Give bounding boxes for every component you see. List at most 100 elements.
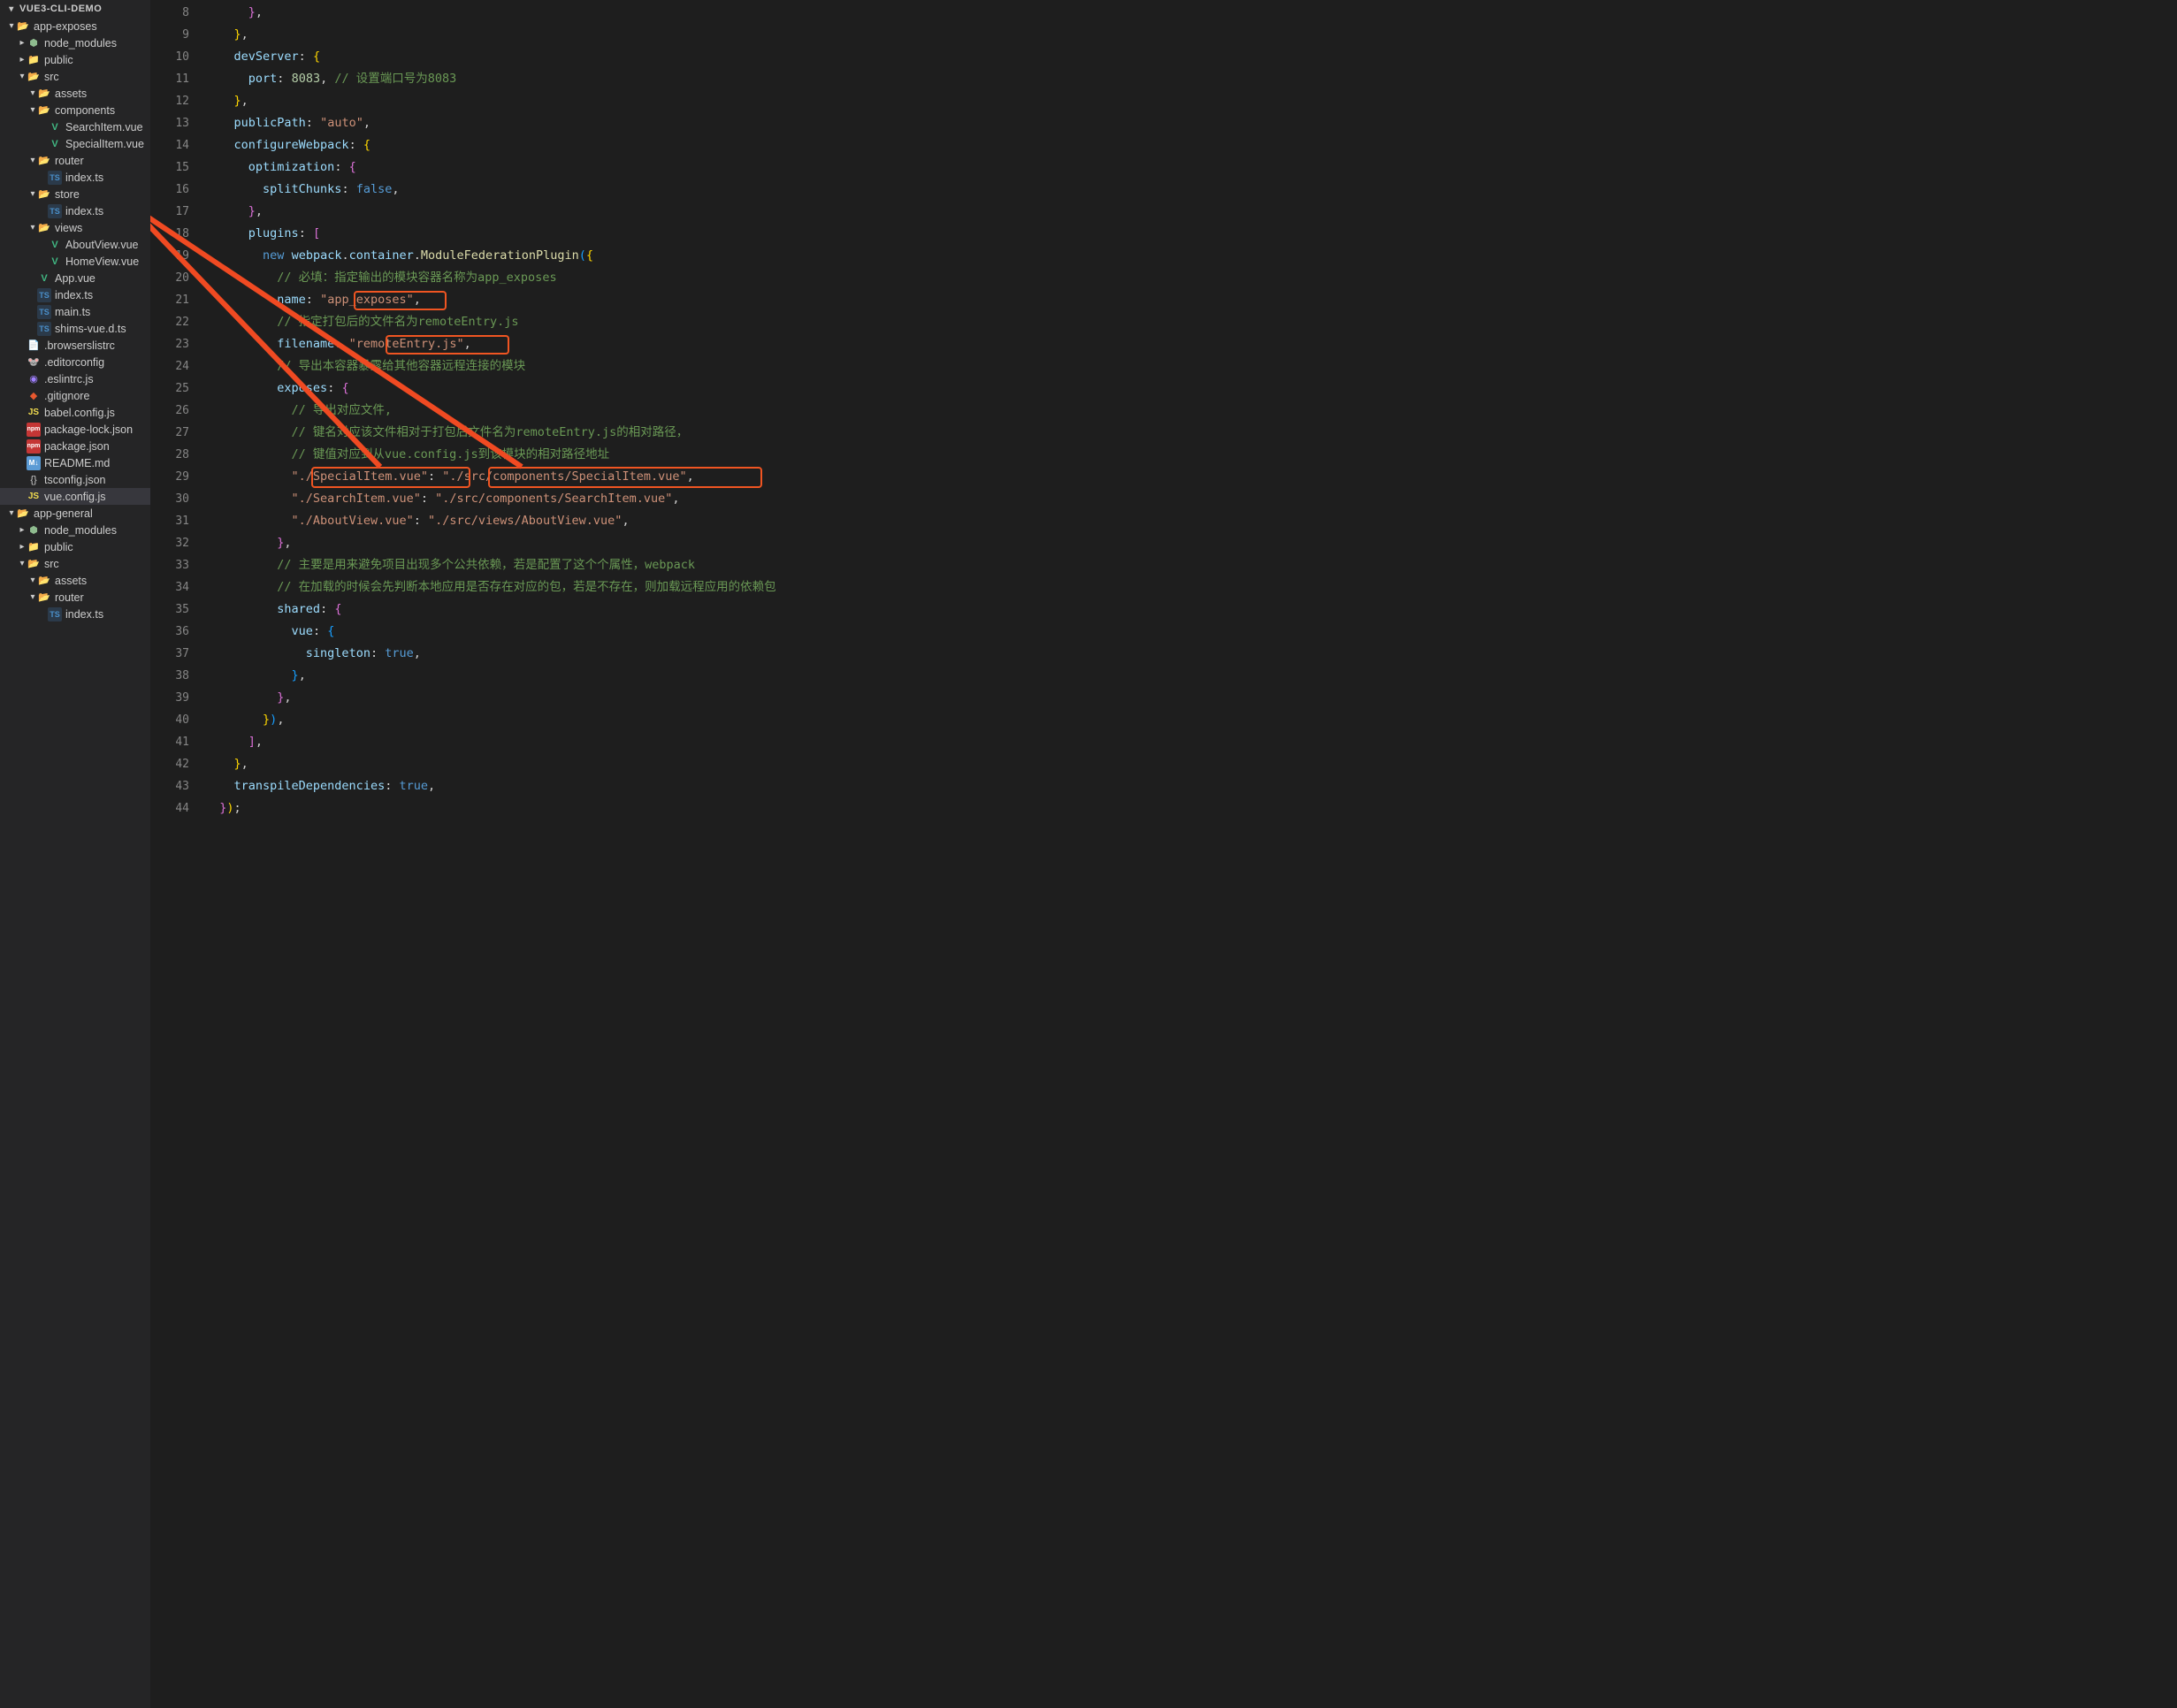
- code-line[interactable]: singleton: true,: [205, 643, 1088, 665]
- tree-item-index-ts[interactable]: TSindex.ts: [0, 202, 150, 219]
- code-line[interactable]: "./SpecialItem.vue": "./src/components/S…: [205, 466, 1088, 488]
- explorer-sidebar[interactable]: ▾ VUE3-CLI-DEMO ▾📂app-exposes▸⬢node_modu…: [0, 0, 150, 1708]
- code-line[interactable]: },: [205, 90, 1088, 112]
- code-line[interactable]: optimization: {: [205, 156, 1088, 179]
- code-line[interactable]: exposes: {: [205, 377, 1088, 400]
- code-line[interactable]: // 主要是用来避免项目出现多个公共依赖，若是配置了这个个属性，webpack: [205, 554, 1088, 576]
- code-line[interactable]: vue: {: [205, 621, 1088, 643]
- code-line[interactable]: },: [205, 2, 1088, 24]
- code-line[interactable]: ],: [205, 731, 1088, 753]
- tree-item-package-json[interactable]: npmpackage.json: [0, 438, 150, 454]
- tree-item-views[interactable]: ▾📂views: [0, 219, 150, 236]
- tree-item-index-ts[interactable]: TSindex.ts: [0, 286, 150, 303]
- tree-item-public[interactable]: ▸📁public: [0, 538, 150, 555]
- code-area[interactable]: }, }, devServer: { port: 8083, // 设置端口号为…: [205, 0, 1088, 1708]
- tree-item-package-lock-json[interactable]: npmpackage-lock.json: [0, 421, 150, 438]
- project-title-label: VUE3-CLI-DEMO: [19, 4, 102, 14]
- code-line[interactable]: "./SearchItem.vue": "./src/components/Se…: [205, 488, 1088, 510]
- code-line[interactable]: },: [205, 532, 1088, 554]
- code-line[interactable]: "./AboutView.vue": "./src/views/AboutVie…: [205, 510, 1088, 532]
- chevron-right-icon[interactable]: ▸: [18, 55, 27, 65]
- tree-item-app-vue[interactable]: VApp.vue: [0, 270, 150, 286]
- code-line[interactable]: },: [205, 665, 1088, 687]
- code-line[interactable]: // 指定打包后的文件名为remoteEntry.js: [205, 311, 1088, 333]
- code-line[interactable]: },: [205, 201, 1088, 223]
- chevron-down-icon[interactable]: ▾: [28, 105, 37, 115]
- code-line[interactable]: name: "app_exposes",: [205, 289, 1088, 311]
- tree-item-aboutview-vue[interactable]: VAboutView.vue: [0, 236, 150, 253]
- tree-item-public[interactable]: ▸📁public: [0, 51, 150, 68]
- code-line[interactable]: // 键值对应到从vue.config.js到该模块的相对路径地址: [205, 444, 1088, 466]
- code-line[interactable]: plugins: [: [205, 223, 1088, 245]
- code-line[interactable]: // 导出对应文件,: [205, 400, 1088, 422]
- code-line[interactable]: shared: {: [205, 599, 1088, 621]
- tree-item--editorconfig[interactable]: 🐭.editorconfig: [0, 354, 150, 370]
- code-line[interactable]: // 在加载的时候会先判断本地应用是否存在对应的包，若是不存在，则加载远程应用的…: [205, 576, 1088, 599]
- tree-item-store[interactable]: ▾📂store: [0, 186, 150, 202]
- code-line[interactable]: transpileDependencies: true,: [205, 775, 1088, 797]
- tree-item-app-exposes[interactable]: ▾📂app-exposes: [0, 18, 150, 34]
- code-line[interactable]: }),: [205, 709, 1088, 731]
- tree-item-index-ts[interactable]: TSindex.ts: [0, 169, 150, 186]
- chevron-down-icon[interactable]: ▾: [28, 88, 37, 98]
- tree-item--browserslistrc[interactable]: 📄.browserslistrc: [0, 337, 150, 354]
- code-line[interactable]: devServer: {: [205, 46, 1088, 68]
- tree-item-components[interactable]: ▾📂components: [0, 102, 150, 118]
- browsers-icon: 📄: [27, 339, 41, 353]
- tree-item-vue-config-js[interactable]: JSvue.config.js: [0, 488, 150, 505]
- code-line[interactable]: port: 8083, // 设置端口号为8083: [205, 68, 1088, 90]
- tree-item--eslintrc-js[interactable]: ◉.eslintrc.js: [0, 370, 150, 387]
- code-line[interactable]: },: [205, 24, 1088, 46]
- tree-item-specialitem-vue[interactable]: VSpecialItem.vue: [0, 135, 150, 152]
- code-line[interactable]: publicPath: "auto",: [205, 112, 1088, 134]
- chevron-down-icon[interactable]: ▾: [28, 156, 37, 165]
- code-line[interactable]: new webpack.container.ModuleFederationPl…: [205, 245, 1088, 267]
- chevron-down-icon[interactable]: ▾: [18, 72, 27, 81]
- tree-item-router[interactable]: ▾📂router: [0, 152, 150, 169]
- code-line[interactable]: splitChunks: false,: [205, 179, 1088, 201]
- code-line[interactable]: // 必填：指定输出的模块容器名称为app_exposes: [205, 267, 1088, 289]
- tree-item-tsconfig-json[interactable]: {}tsconfig.json: [0, 471, 150, 488]
- tree-item-readme-md[interactable]: M↓README.md: [0, 454, 150, 471]
- code-line[interactable]: configureWebpack: {: [205, 134, 1088, 156]
- tree-item-src[interactable]: ▾📂src: [0, 555, 150, 572]
- code-line[interactable]: filename: "remoteEntry.js",: [205, 333, 1088, 355]
- code-line[interactable]: },: [205, 753, 1088, 775]
- tree-item--gitignore[interactable]: ◆.gitignore: [0, 387, 150, 404]
- code-line[interactable]: // 键名对应该文件相对于打包后文件名为remoteEntry.js的相对路径，: [205, 422, 1088, 444]
- chevron-down-icon[interactable]: ▾: [28, 592, 37, 602]
- token: [205, 580, 277, 594]
- chevron-down-icon[interactable]: ▾: [28, 223, 37, 233]
- chevron-down-icon[interactable]: ▾: [7, 508, 16, 518]
- tree-item-babel-config-js[interactable]: JSbabel.config.js: [0, 404, 150, 421]
- chevron-right-icon[interactable]: ▸: [18, 525, 27, 535]
- token: "app_exposes": [320, 293, 414, 307]
- chevron-right-icon[interactable]: ▸: [18, 38, 27, 48]
- tree-item-router[interactable]: ▾📂router: [0, 589, 150, 606]
- chevron-down-icon[interactable]: ▾: [7, 21, 16, 31]
- file-tree[interactable]: ▾📂app-exposes▸⬢node_modules▸📁public▾📂src…: [0, 18, 150, 629]
- line-number: 44: [150, 797, 189, 820]
- tree-item-node_modules[interactable]: ▸⬢node_modules: [0, 522, 150, 538]
- token: {: [327, 624, 334, 638]
- tree-item-homeview-vue[interactable]: VHomeView.vue: [0, 253, 150, 270]
- code-line[interactable]: // 导出本容器暴露给其他容器远程连接的模块: [205, 355, 1088, 377]
- project-title[interactable]: ▾ VUE3-CLI-DEMO: [0, 0, 150, 18]
- tree-item-app-general[interactable]: ▾📂app-general: [0, 505, 150, 522]
- tree-item-assets[interactable]: ▾📂assets: [0, 572, 150, 589]
- tree-item-node_modules[interactable]: ▸⬢node_modules: [0, 34, 150, 51]
- code-line[interactable]: });: [205, 797, 1088, 820]
- chevron-down-icon[interactable]: ▾: [28, 576, 37, 585]
- tree-item-searchitem-vue[interactable]: VSearchItem.vue: [0, 118, 150, 135]
- tree-item-shims-vue-d-ts[interactable]: TSshims-vue.d.ts: [0, 320, 150, 337]
- tree-item-main-ts[interactable]: TSmain.ts: [0, 303, 150, 320]
- token: [205, 381, 277, 395]
- tree-item-src[interactable]: ▾📂src: [0, 68, 150, 85]
- tree-item-index-ts[interactable]: TSindex.ts: [0, 606, 150, 622]
- tree-item-assets[interactable]: ▾📂assets: [0, 85, 150, 102]
- chevron-right-icon[interactable]: ▸: [18, 542, 27, 552]
- chevron-down-icon[interactable]: ▾: [28, 189, 37, 199]
- code-line[interactable]: },: [205, 687, 1088, 709]
- code-editor[interactable]: 8910111213141516171819202122232425262728…: [150, 0, 1088, 1708]
- chevron-down-icon[interactable]: ▾: [18, 559, 27, 568]
